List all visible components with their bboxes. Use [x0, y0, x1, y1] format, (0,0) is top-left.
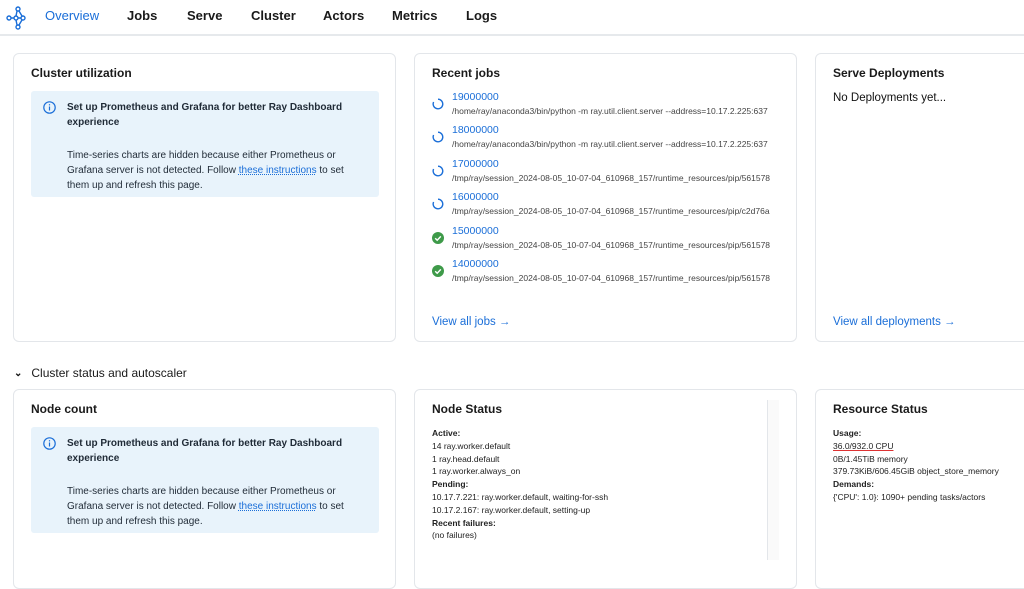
instructions-link[interactable]: these instructions: [239, 501, 317, 512]
tab-logs[interactable]: Logs: [466, 8, 497, 23]
node-status-content: Active: 14 ray.worker.default 1 ray.head…: [432, 427, 608, 542]
cluster-utilization-card: Cluster utilization Set up Prometheus an…: [13, 53, 396, 342]
view-all-deployments-label: View all deployments: [833, 316, 941, 328]
cpu-usage: 36.0/932.0 CPU: [833, 440, 894, 451]
job-item: 17000000/tmp/ray/session_2024-08-05_10-0…: [432, 158, 792, 191]
view-all-deployments-link[interactable]: View all deployments →: [833, 316, 956, 328]
tab-jobs[interactable]: Jobs: [127, 8, 157, 23]
resource-status-content: Usage: 36.0/932.0 CPU 0B/1.45TiB memory …: [833, 427, 999, 504]
active-node: 1 ray.worker.always_on: [432, 466, 521, 477]
job-id-link[interactable]: 19000000: [452, 91, 499, 103]
instructions-link[interactable]: these instructions: [239, 165, 317, 176]
serve-empty-text: No Deployments yet...: [833, 92, 947, 104]
tab-serve[interactable]: Serve: [187, 8, 222, 23]
tab-overview[interactable]: Overview: [45, 8, 99, 23]
active-node: 14 ray.worker.default: [432, 440, 511, 451]
recent-jobs-card: Recent jobs 19000000/home/ray/anaconda3/…: [414, 53, 797, 342]
view-all-jobs-label: View all jobs: [432, 316, 496, 328]
active-node: 1 ray.head.default: [432, 453, 500, 464]
demands-label: Demands:: [833, 479, 875, 490]
job-id-link[interactable]: 18000000: [452, 124, 499, 136]
section-title: Cluster status and autoscaler: [31, 366, 187, 380]
card-title: Serve Deployments: [833, 66, 945, 80]
alert-title: Set up Prometheus and Grafana for better…: [67, 438, 343, 464]
memory-usage: 0B/1.45TiB memory: [833, 453, 908, 464]
demands-value: {'CPU': 1.0}: 1090+ pending tasks/actors: [833, 491, 986, 502]
top-nav: Overview Jobs Serve Cluster Actors Metri…: [0, 0, 1024, 36]
card-title: Node Status: [432, 402, 503, 416]
alert-text: Time-series charts are hidden because ei…: [67, 484, 367, 529]
card-title: Node count: [31, 402, 97, 416]
failures-label: Recent failures:: [432, 517, 496, 528]
job-item: 14000000/tmp/ray/session_2024-08-05_10-0…: [432, 258, 792, 291]
pending-label: Pending:: [432, 479, 469, 490]
job-id-link[interactable]: 15000000: [452, 225, 499, 237]
tab-actors[interactable]: Actors: [323, 8, 364, 23]
cluster-status-section-toggle[interactable]: ⌄ Cluster status and autoscaler: [14, 366, 187, 380]
active-label: Active:: [432, 428, 461, 438]
pending-node: 10.17.7.221: ray.worker.default, waiting…: [432, 491, 609, 502]
tab-metrics[interactable]: Metrics: [392, 8, 438, 23]
prometheus-alert: Set up Prometheus and Grafana for better…: [31, 427, 379, 533]
job-id-link[interactable]: 14000000: [452, 258, 499, 270]
arrow-right-icon: →: [498, 316, 511, 328]
running-spinner-icon: [432, 131, 444, 143]
success-check-icon: [432, 265, 444, 277]
scrollbar[interactable]: [767, 400, 779, 560]
arrow-right-icon: →: [944, 316, 956, 328]
chevron-down-icon: ⌄: [14, 367, 23, 379]
job-item: 19000000/home/ray/anaconda3/bin/python -…: [432, 91, 792, 124]
tab-cluster[interactable]: Cluster: [251, 8, 296, 23]
resource-status-card: Resource Status Usage: 36.0/932.0 CPU 0B…: [815, 389, 1024, 589]
node-count-card: Node count Set up Prometheus and Grafana…: [13, 389, 396, 589]
alert-text: Time-series charts are hidden because ei…: [67, 148, 367, 193]
node-status-card: Node Status Active: 14 ray.worker.defaul…: [414, 389, 797, 589]
job-command: /tmp/ray/session_2024-08-05_10-07-04_610…: [452, 273, 771, 283]
alert-title: Set up Prometheus and Grafana for better…: [67, 102, 343, 128]
running-spinner-icon: [432, 98, 444, 110]
job-command: /tmp/ray/session_2024-08-05_10-07-04_610…: [452, 172, 771, 183]
job-id-link[interactable]: 16000000: [452, 191, 499, 203]
view-all-jobs-link[interactable]: View all jobs →: [432, 316, 510, 328]
object-store-usage: 379.73KiB/606.45GiB object_store_memory: [833, 466, 999, 477]
prometheus-alert: Set up Prometheus and Grafana for better…: [31, 91, 379, 197]
usage-label: Usage:: [833, 428, 862, 438]
failures-value: (no failures): [432, 530, 477, 541]
info-icon: [43, 437, 56, 450]
job-command: /home/ray/anaconda3/bin/python -m ray.ut…: [452, 106, 768, 116]
job-item: 18000000/home/ray/anaconda3/bin/python -…: [432, 124, 792, 157]
card-title: Cluster utilization: [31, 66, 132, 80]
running-spinner-icon: [432, 198, 444, 210]
card-title: Recent jobs: [432, 66, 501, 80]
info-icon: [43, 101, 56, 114]
card-title: Resource Status: [833, 402, 928, 416]
job-command: /home/ray/anaconda3/bin/python -m ray.ut…: [452, 139, 768, 150]
job-command: /tmp/ray/session_2024-08-05_10-07-04_610…: [452, 206, 770, 217]
job-item: 16000000/tmp/ray/session_2024-08-05_10-0…: [432, 191, 792, 224]
job-id-link[interactable]: 17000000: [452, 158, 499, 170]
pending-node: 10.17.2.167: ray.worker.default, setting…: [432, 504, 591, 515]
running-spinner-icon: [432, 165, 444, 177]
job-command: /tmp/ray/session_2024-08-05_10-07-04_610…: [452, 239, 771, 250]
success-check-icon: [432, 231, 444, 244]
serve-deployments-card: Serve Deployments No Deployments yet... …: [815, 53, 1024, 342]
job-item: 15000000/tmp/ray/session_2024-08-05_10-0…: [432, 225, 792, 258]
ray-logo-icon[interactable]: [6, 4, 30, 32]
